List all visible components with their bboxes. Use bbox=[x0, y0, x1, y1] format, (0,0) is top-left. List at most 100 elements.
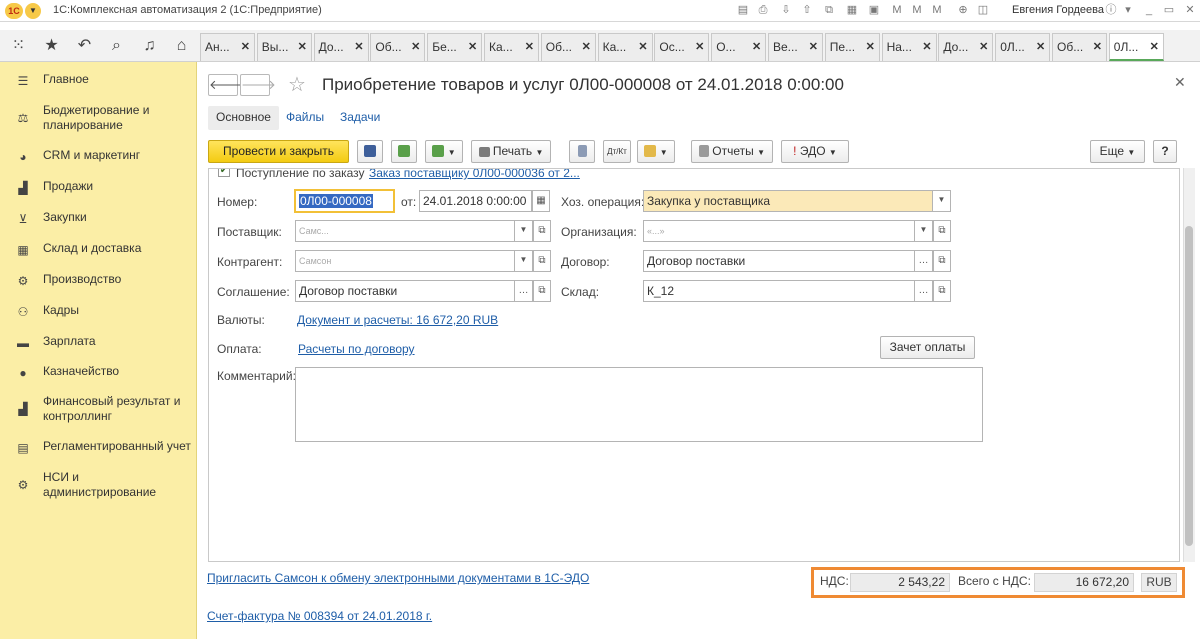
tab-close-icon[interactable]: ✕ bbox=[468, 34, 477, 60]
table-small-icon[interactable]: ▦ bbox=[845, 3, 859, 17]
tab-close-icon[interactable]: ✕ bbox=[1036, 34, 1045, 60]
main-menu-dropdown-icon[interactable]: ▼ bbox=[25, 3, 41, 19]
currency-link[interactable]: Документ и расчеты: 16 672,20 RUB bbox=[297, 313, 498, 327]
tab-close-icon[interactable]: ✕ bbox=[1093, 34, 1102, 60]
agreement-input[interactable]: Договор поставки bbox=[295, 280, 515, 302]
structure-button[interactable] bbox=[569, 140, 595, 163]
order-link[interactable]: Заказ поставщику 0Л00-000036 от 2... bbox=[369, 169, 580, 180]
agreement-select-icon[interactable]: … bbox=[515, 280, 533, 302]
save-small-icon[interactable]: ⇩ bbox=[779, 3, 793, 17]
save-button[interactable] bbox=[357, 140, 383, 163]
date-input[interactable]: 24.01.2018 0:00:00 bbox=[419, 190, 532, 212]
counterparty-open-icon[interactable]: ⧉ bbox=[533, 250, 551, 272]
search-icon[interactable]: ⌕ bbox=[100, 30, 133, 62]
window-tab[interactable]: О... ✕ bbox=[711, 33, 767, 61]
window-tab[interactable]: На... ✕ bbox=[881, 33, 937, 61]
print-button[interactable]: Печать ▼ bbox=[471, 140, 551, 163]
order-checkbox[interactable]: ✔ bbox=[218, 169, 230, 177]
tab-close-icon[interactable]: ✕ bbox=[582, 34, 591, 60]
window-tab[interactable]: Об... ✕ bbox=[370, 33, 426, 61]
tab-close-icon[interactable]: ✕ bbox=[411, 34, 420, 60]
accounting-entries-button[interactable]: Дт/Кт bbox=[603, 140, 631, 163]
current-user[interactable]: Евгения Гордеева bbox=[1012, 4, 1104, 16]
window-tab[interactable]: Ка... ✕ bbox=[484, 33, 539, 61]
create-based-on-button[interactable]: ▼ bbox=[425, 140, 463, 163]
calendar-31-icon[interactable]: ▣ bbox=[867, 3, 881, 17]
post-and-close-button[interactable]: Провести и закрыть bbox=[208, 140, 349, 163]
operation-dropdown-icon[interactable]: ▼ bbox=[933, 190, 951, 212]
window-tab[interactable]: Пе... ✕ bbox=[824, 33, 880, 61]
favorite-star-icon[interactable]: ☆ bbox=[288, 72, 306, 97]
tab-files[interactable]: Файлы bbox=[278, 106, 332, 130]
invoice-link[interactable]: Счет-фактура № 008394 от 24.01.2018 г. bbox=[207, 609, 432, 623]
back-button[interactable]: 🡐 bbox=[208, 74, 244, 96]
attachments-button[interactable]: ▼ bbox=[637, 140, 675, 163]
memory-m-plus-icon[interactable]: M bbox=[910, 3, 924, 17]
tab-close-icon[interactable]: ✕ bbox=[1150, 34, 1159, 60]
contract-input[interactable]: Договор поставки bbox=[643, 250, 915, 272]
organization-dropdown-icon[interactable]: ▼ bbox=[915, 220, 933, 242]
warehouse-input[interactable]: К_12 bbox=[643, 280, 915, 302]
edo-invite-link[interactable]: Пригласить Самсон к обмену электронными … bbox=[207, 571, 589, 585]
window-tab[interactable]: 0Л... ✕ bbox=[1108, 33, 1164, 61]
window-tab[interactable]: До... ✕ bbox=[313, 33, 369, 61]
tab-close-icon[interactable]: ✕ bbox=[866, 34, 875, 60]
tab-close-icon[interactable]: ✕ bbox=[695, 34, 704, 60]
tab-close-icon[interactable]: ✕ bbox=[298, 34, 307, 60]
upload-small-icon[interactable]: ⇧ bbox=[800, 3, 814, 17]
more-button[interactable]: Еще ▼ bbox=[1090, 140, 1145, 163]
memory-m-icon[interactable]: M bbox=[890, 3, 904, 17]
info-icon[interactable]: ⓘ bbox=[1104, 3, 1118, 17]
agreement-open-icon[interactable]: ⧉ bbox=[533, 280, 551, 302]
memory-m-minus-icon[interactable]: M bbox=[930, 3, 944, 17]
number-input[interactable]: 0Л00-000008 bbox=[294, 189, 395, 213]
close-form-icon[interactable]: ✕ bbox=[1174, 74, 1186, 91]
calendar-picker-icon[interactable]: ▦ bbox=[532, 190, 550, 212]
home-icon[interactable]: ⌂ bbox=[165, 30, 198, 62]
tab-close-icon[interactable]: ✕ bbox=[354, 34, 363, 60]
tab-close-icon[interactable]: ✕ bbox=[241, 34, 250, 60]
contract-select-icon[interactable]: … bbox=[915, 250, 933, 272]
payment-link[interactable]: Расчеты по договору bbox=[298, 342, 415, 356]
window-tab[interactable]: Ос... ✕ bbox=[654, 33, 710, 61]
restore-icon[interactable]: ▭ bbox=[1162, 3, 1176, 17]
window-tab[interactable]: Об... ✕ bbox=[540, 33, 596, 61]
tab-close-icon[interactable]: ✕ bbox=[809, 34, 818, 60]
notifications-bell-icon[interactable]: ♫ bbox=[133, 30, 166, 62]
print-small-icon[interactable]: ⎙ bbox=[756, 3, 770, 17]
panel-layout-icon[interactable]: ◫ bbox=[976, 3, 990, 17]
counterparty-input[interactable]: Самсон bbox=[295, 250, 515, 272]
warehouse-select-icon[interactable]: … bbox=[915, 280, 933, 302]
offset-payment-button[interactable]: Зачет оплаты bbox=[880, 336, 975, 359]
warehouse-open-icon[interactable]: ⧉ bbox=[933, 280, 951, 302]
close-window-icon[interactable]: ✕ bbox=[1183, 3, 1197, 17]
post-button[interactable] bbox=[391, 140, 417, 163]
window-tab[interactable]: Ве... ✕ bbox=[768, 33, 823, 61]
tab-tasks[interactable]: Задачи bbox=[332, 106, 388, 130]
tab-main[interactable]: Основное bbox=[208, 106, 279, 130]
organization-input[interactable]: «...» bbox=[643, 220, 915, 242]
calendar-small-icon[interactable]: ▤ bbox=[736, 3, 750, 17]
edo-button[interactable]: ! ЭДО ▼ bbox=[781, 140, 849, 163]
contract-open-icon[interactable]: ⧉ bbox=[933, 250, 951, 272]
counterparty-dropdown-icon[interactable]: ▼ bbox=[515, 250, 533, 272]
forward-button[interactable]: 🡒 bbox=[240, 74, 276, 96]
window-tab[interactable]: Об... ✕ bbox=[1052, 33, 1107, 61]
comment-textarea[interactable] bbox=[295, 367, 983, 442]
window-tab[interactable]: Ан... ✕ bbox=[200, 33, 255, 61]
supplier-dropdown-icon[interactable]: ▼ bbox=[515, 220, 533, 242]
history-icon[interactable]: ↶ bbox=[68, 30, 101, 62]
tab-close-icon[interactable]: ✕ bbox=[525, 34, 534, 60]
tab-close-icon[interactable]: ✕ bbox=[922, 34, 931, 60]
window-tab[interactable]: Ка... ✕ bbox=[597, 33, 653, 61]
window-tab[interactable]: До... ✕ bbox=[938, 33, 994, 61]
attachment-small-icon[interactable]: ⧉ bbox=[822, 3, 836, 17]
window-tab[interactable]: 0Л... ✕ bbox=[995, 33, 1051, 61]
operation-select[interactable]: Закупка у поставщика bbox=[643, 190, 933, 212]
supplier-open-icon[interactable]: ⧉ bbox=[533, 220, 551, 242]
zoom-icon[interactable]: ⊕ bbox=[956, 3, 970, 17]
tab-close-icon[interactable]: ✕ bbox=[638, 34, 647, 60]
window-tab[interactable]: Вы... ✕ bbox=[256, 33, 312, 61]
favorites-star-icon[interactable]: ★ bbox=[35, 30, 68, 62]
minimize-icon[interactable]: _ bbox=[1142, 3, 1156, 17]
